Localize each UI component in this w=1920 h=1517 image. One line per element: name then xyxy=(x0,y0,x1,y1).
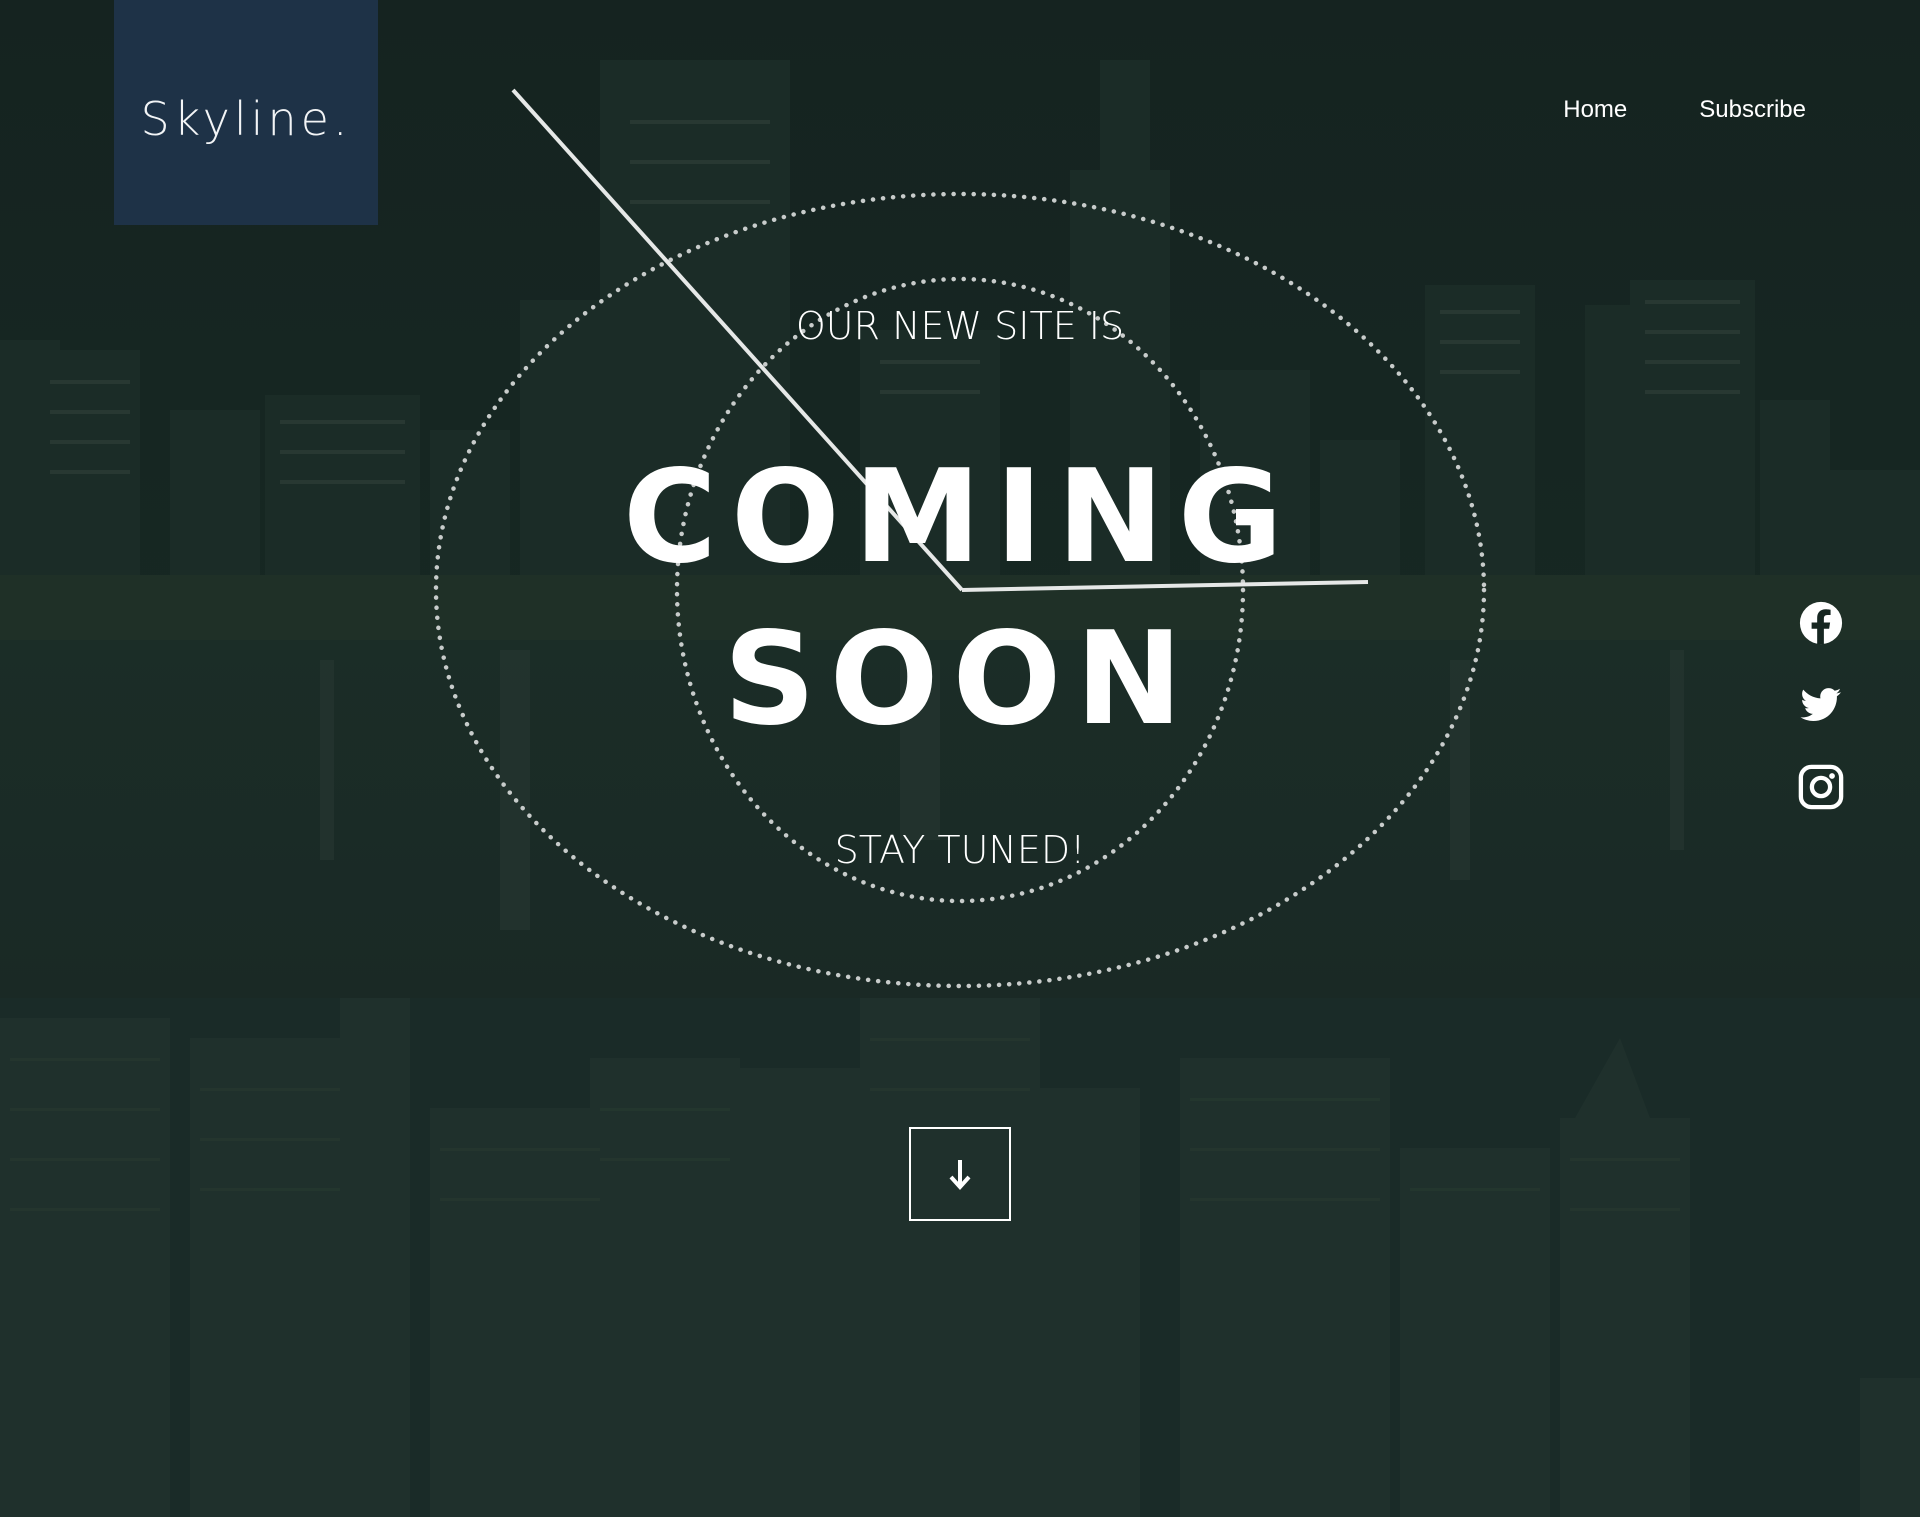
headline-coming: COMING xyxy=(623,443,1297,592)
headline-soon: SOON xyxy=(723,605,1197,754)
tagline-top: OUR NEW SITE IS xyxy=(795,304,1125,348)
top-nav: Home Subscribe xyxy=(1563,96,1806,124)
logo-text: Skyline. xyxy=(140,91,352,146)
nav-link-home[interactable]: Home xyxy=(1563,96,1627,124)
logo[interactable]: Skyline. xyxy=(114,0,378,225)
lower-section xyxy=(0,998,1920,1517)
arrow-down-icon xyxy=(949,1160,971,1190)
scroll-down-button[interactable] xyxy=(909,1127,1011,1221)
instagram-icon[interactable] xyxy=(1798,764,1844,810)
tagline-bottom: STAY TUNED! xyxy=(834,828,1086,872)
facebook-icon[interactable] xyxy=(1798,600,1844,646)
towers-background xyxy=(0,998,1920,1517)
hero-section: Skyline. Home Subscribe OUR NEW SITE IS … xyxy=(0,0,1920,998)
social-links xyxy=(1798,600,1844,810)
nav-link-subscribe[interactable]: Subscribe xyxy=(1699,96,1806,124)
twitter-icon[interactable] xyxy=(1798,682,1844,728)
